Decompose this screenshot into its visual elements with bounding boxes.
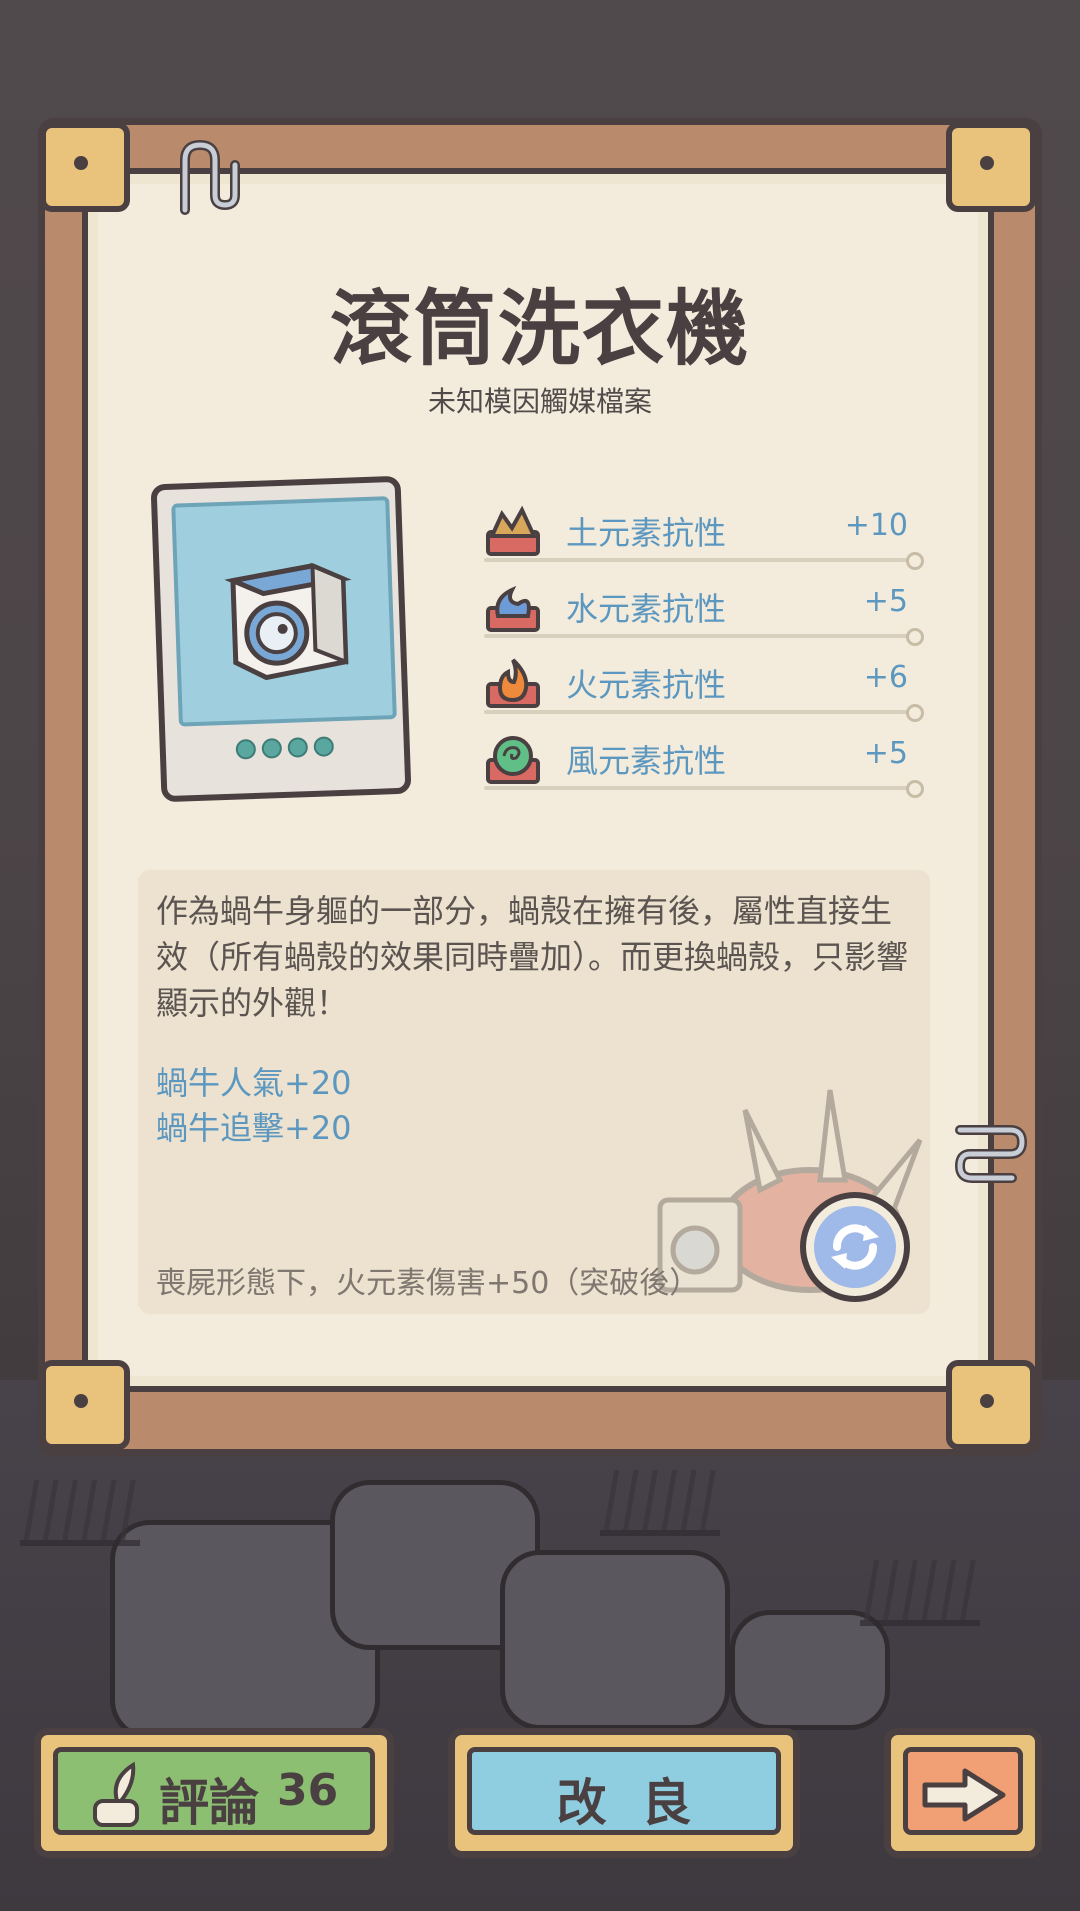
stat-label: 水元素抗性 <box>566 590 727 628</box>
item-image-card[interactable] <box>150 475 412 803</box>
stat-divider <box>484 786 914 790</box>
earth-element-icon <box>486 505 540 556</box>
stat-value: +5 <box>863 736 908 771</box>
comment-count: 36 <box>277 1765 339 1816</box>
comment-label: 評論 <box>159 1774 259 1832</box>
stat-divider-knob <box>906 628 924 646</box>
stat-value: +10 <box>844 508 908 543</box>
frame-corner-bracket <box>40 1360 130 1450</box>
background-rock <box>730 1610 890 1730</box>
comment-button[interactable]: 評論 36 <box>34 1728 394 1858</box>
arrow-right-icon <box>922 1768 1006 1822</box>
background-grass <box>600 1470 720 1536</box>
stat-label: 火元素抗性 <box>566 666 727 704</box>
wind-element-icon <box>486 736 540 784</box>
description-text: 作為蝸牛身軀的一部分，蝸殼在擁有後，屬性直接生效（所有蝸殼的效果同時疊加）。而更… <box>156 892 909 1022</box>
frame-corner-bracket <box>946 1360 1036 1450</box>
frame-corner-bracket <box>40 122 130 212</box>
zombie-form-note: 喪屍形態下，火元素傷害+50（突破後） <box>156 1266 700 1301</box>
page-dot <box>235 738 257 760</box>
stat-label: 土元素抗性 <box>566 514 727 552</box>
page-dot <box>313 736 335 757</box>
stat-earth-resistance: 土元素抗性 +10 <box>484 500 924 570</box>
background-grass <box>20 1480 140 1546</box>
improve-button[interactable]: 改 良 <box>448 1728 800 1858</box>
page-indicator <box>166 734 405 766</box>
water-element-icon <box>486 585 540 632</box>
item-image-background <box>171 496 397 727</box>
next-button[interactable] <box>884 1728 1042 1858</box>
paper-clip-icon <box>954 1125 1028 1183</box>
background-grass <box>860 1560 980 1626</box>
stat-fire-resistance: 火元素抗性 +6 <box>484 652 924 722</box>
frame-corner-bracket <box>946 122 1036 212</box>
stat-label: 風元素抗性 <box>566 742 727 780</box>
refresh-icon <box>831 1224 879 1270</box>
stat-divider <box>484 710 914 714</box>
swap-shell-button[interactable] <box>800 1192 910 1302</box>
bonus-popularity: 蝸牛人氣+20 <box>156 1064 352 1102</box>
page-dot <box>261 738 283 759</box>
background-rock <box>500 1550 730 1730</box>
fire-element-icon <box>486 658 540 708</box>
washing-machine-icon <box>224 562 352 681</box>
stat-divider-knob <box>906 552 924 570</box>
quill-ink-icon <box>93 1761 139 1827</box>
improve-label: 改 良 <box>556 1774 692 1832</box>
item-subtitle: 未知模因觸媒檔案 <box>427 385 652 418</box>
item-title: 滾筒洗衣機 <box>329 282 750 377</box>
stat-divider-knob <box>906 780 924 798</box>
stat-water-resistance: 水元素抗性 +5 <box>484 576 924 646</box>
stat-divider <box>484 634 914 638</box>
stat-value: +6 <box>863 660 908 695</box>
stat-value: +5 <box>863 584 908 619</box>
page-dot <box>287 737 309 758</box>
paper-clip-icon <box>180 140 240 215</box>
stat-wind-resistance: 風元素抗性 +5 <box>484 728 924 798</box>
bonus-pursuit: 蝸牛追擊+20 <box>156 1109 352 1147</box>
stat-divider-knob <box>906 704 924 722</box>
stat-divider <box>484 558 914 562</box>
